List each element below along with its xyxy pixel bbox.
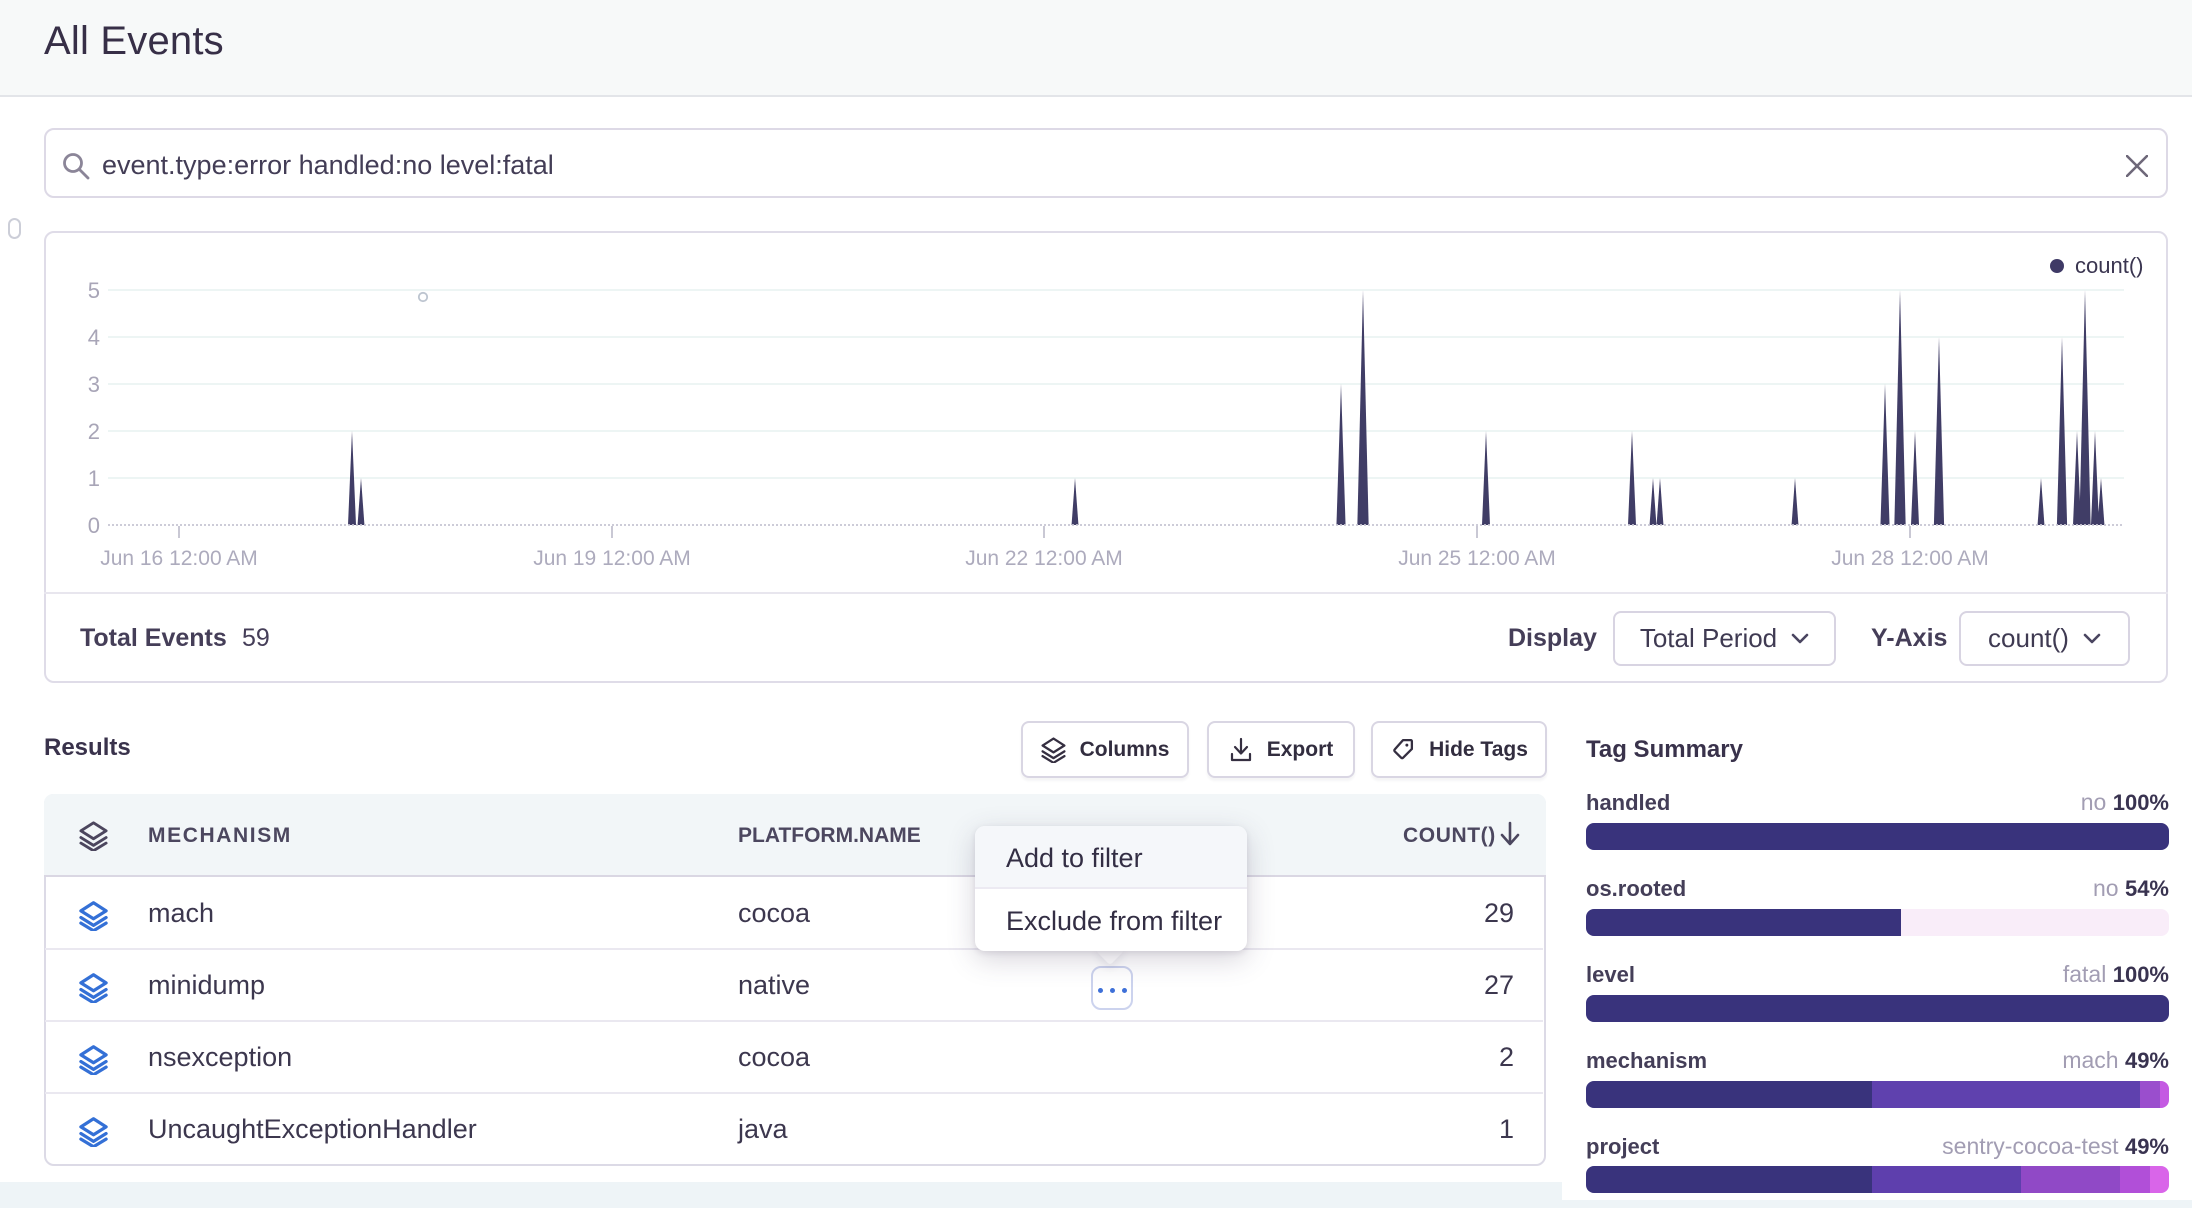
svg-text:Jun 25 12:00 AM: Jun 25 12:00 AM <box>1398 547 1556 570</box>
svg-text:Jun 28 12:00 AM: Jun 28 12:00 AM <box>1831 547 1989 570</box>
svg-text:Jun 19 12:00 AM: Jun 19 12:00 AM <box>533 547 691 570</box>
svg-text:2: 2 <box>88 419 100 444</box>
svg-text:Jun 16 12:00 AM: Jun 16 12:00 AM <box>100 547 258 570</box>
svg-text:4: 4 <box>88 325 100 350</box>
svg-text:count(): count() <box>2075 253 2143 278</box>
svg-text:3: 3 <box>88 372 100 397</box>
svg-text:Jun 22 12:00 AM: Jun 22 12:00 AM <box>965 547 1123 570</box>
svg-text:1: 1 <box>88 466 100 491</box>
svg-text:5: 5 <box>88 278 100 303</box>
svg-text:0: 0 <box>88 513 100 538</box>
